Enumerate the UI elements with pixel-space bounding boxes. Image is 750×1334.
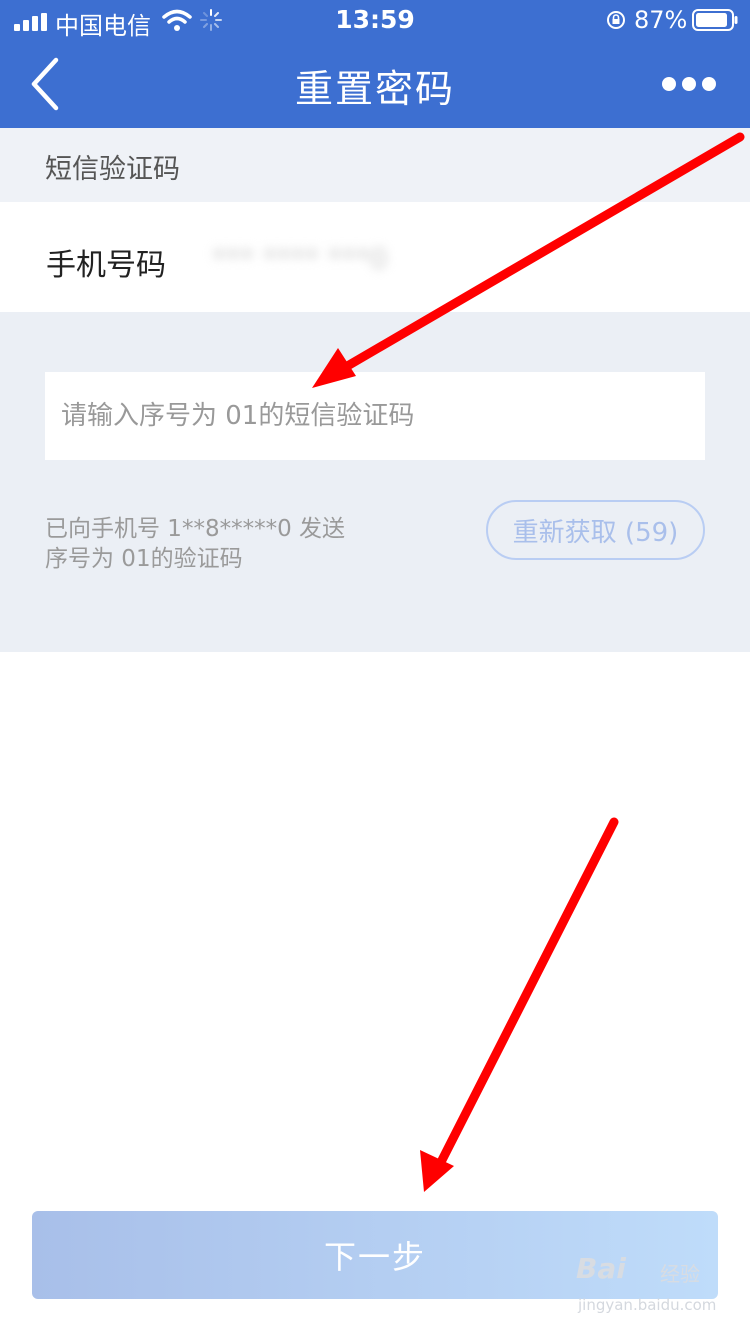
sms-code-input[interactable] <box>45 372 705 460</box>
section-header: 短信验证码 <box>0 128 750 202</box>
section-header-label: 短信验证码 <box>45 154 180 185</box>
sent-info-text: 已向手机号 1**8*****0 发送序号为 01的验证码 <box>45 516 346 572</box>
resend-code-button[interactable]: 重新获取 (59) <box>486 500 705 560</box>
watermark-brand: Bai <box>576 1252 626 1285</box>
more-button[interactable] <box>658 70 718 98</box>
baidu-jingyan-watermark: Bai 经验 jingyan.baidu.com <box>576 1252 736 1322</box>
more-dots-icon <box>662 77 676 91</box>
top-bar: 中国电信 13:59 87% 重置密码 <box>0 0 750 128</box>
status-bar: 中国电信 13:59 87% <box>0 0 750 42</box>
annotation-arrowhead-next <box>420 1150 454 1192</box>
watermark-brand-cn: 经验 <box>660 1262 700 1286</box>
phone-number-value: *** **** ***0 <box>212 242 388 275</box>
annotation-arrow-to-next <box>433 817 619 1173</box>
battery-icon <box>692 9 738 31</box>
phone-number-label: 手机号码 <box>46 248 166 283</box>
orientation-lock-icon <box>607 11 625 29</box>
page-title: 重置密码 <box>294 67 455 111</box>
phone-number-row: 手机号码 *** **** ***0 <box>0 202 750 312</box>
verification-area: 已向手机号 1**8*****0 发送序号为 01的验证码 重新获取 (59) <box>0 312 750 652</box>
watermark-url: jingyan.baidu.com <box>578 1296 717 1314</box>
battery-percentage: 87% <box>634 6 688 34</box>
